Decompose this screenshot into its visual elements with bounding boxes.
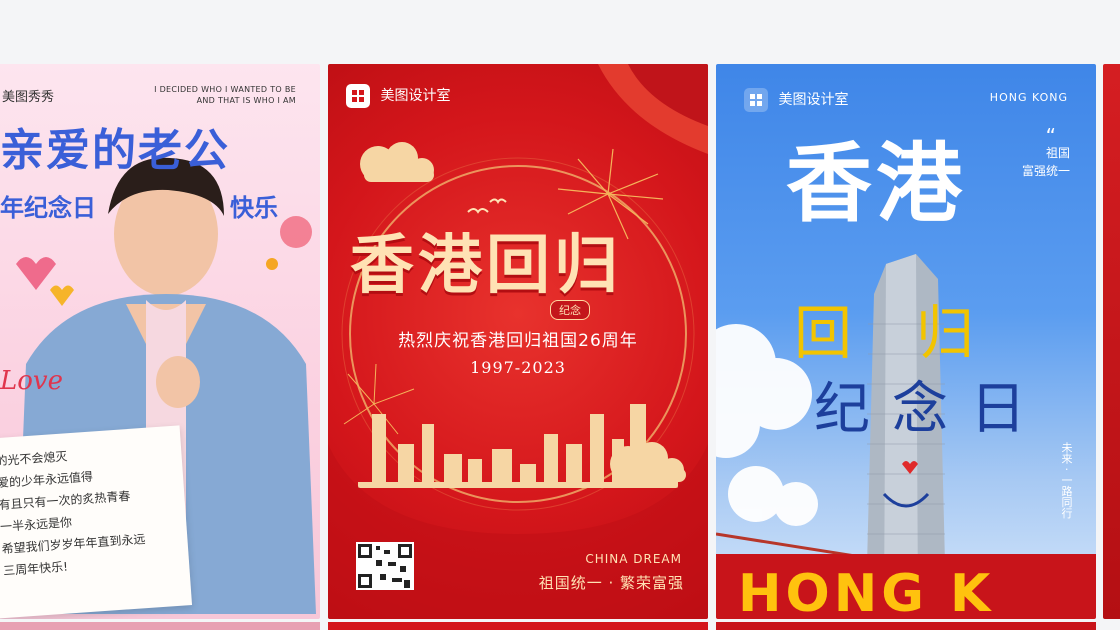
template-card-partial[interactable] bbox=[1103, 64, 1120, 619]
card3-hand-title: 香港 bbox=[786, 133, 966, 234]
brand-label: 美图设计室 bbox=[778, 92, 849, 108]
card1-brand: 美图秀秀 bbox=[2, 86, 54, 105]
card2-brand: 美图设计室 bbox=[346, 84, 450, 108]
card2-dream: CHINA DREAM bbox=[585, 552, 682, 566]
template-card-hk-return-blue[interactable]: 美图设计室 HONG KONG “ 祖国 富强统一 香港 回 归 纪念日 未来 … bbox=[716, 64, 1096, 619]
brand-label: 美图秀秀 bbox=[2, 90, 55, 105]
card3-side-text: 祖国 富强统一 bbox=[1021, 146, 1070, 178]
next-row-card[interactable] bbox=[0, 622, 320, 630]
card2-headline: 热烈庆祝香港回归祖国26周年 bbox=[398, 331, 638, 351]
card1-title: 亲爱的老公 bbox=[0, 125, 230, 176]
english-line: I DECIDED WHO I WANTED TO BE bbox=[154, 85, 296, 94]
card1-subtitle-right: 快乐 bbox=[230, 194, 278, 222]
card2-years: 1997-2023 bbox=[470, 358, 566, 377]
next-row-card[interactable] bbox=[328, 622, 708, 630]
qr-code-icon bbox=[356, 542, 414, 590]
card3-brand: 美图设计室 bbox=[744, 88, 848, 112]
next-row-card[interactable] bbox=[716, 622, 1096, 630]
card3-hand-bottom: 纪念日 bbox=[814, 377, 1048, 442]
template-card-hk-return-red[interactable]: 美图设计室 香港回归 纪念 热烈庆祝香港回归祖国26周年 1997-2023 C… bbox=[328, 64, 708, 619]
english-line: AND THAT IS WHO I AM bbox=[196, 96, 296, 105]
skyline-icon bbox=[358, 404, 678, 488]
card1-subtitle-left: 年纪念日 bbox=[0, 194, 96, 222]
card2-badge: 纪念 bbox=[550, 300, 590, 320]
hk-banner-text: HONG K bbox=[738, 564, 995, 619]
card3-hand-right: 归 bbox=[916, 299, 975, 367]
love-script: Love bbox=[0, 366, 63, 396]
meitu-logo-icon bbox=[346, 84, 370, 108]
card3-region: HONG KONG bbox=[989, 91, 1068, 104]
card2-slogan: 祖国统一 · 繁荣富强 bbox=[538, 574, 684, 592]
top-bar bbox=[0, 0, 1120, 64]
love-note: 的光不会熄灭 爱的少年永远值得 有且只有一次的炙热青春 一半永远是你 希望我们岁… bbox=[0, 425, 193, 619]
card2-big-title: 香港回归 bbox=[350, 229, 622, 303]
card3-hand-left: 回 bbox=[794, 299, 853, 367]
template-card-anniversary[interactable]: 美图秀秀 I DECIDED WHO I WANTED TO BE AND TH… bbox=[0, 64, 320, 619]
brand-label: 美图设计室 bbox=[380, 88, 451, 104]
card3-vertical-text: 未来 · 一路同行 bbox=[1060, 442, 1073, 519]
meitu-logo-icon bbox=[744, 88, 768, 112]
card1-english: I DECIDED WHO I WANTED TO BE AND THAT IS… bbox=[154, 84, 296, 106]
